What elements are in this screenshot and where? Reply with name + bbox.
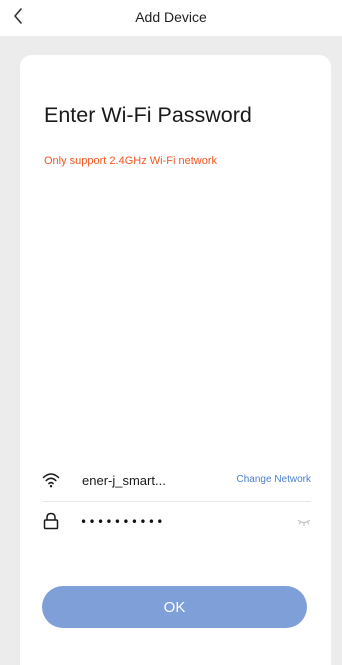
wifi-support-notice: Only support 2.4GHz Wi-Fi network (44, 155, 217, 167)
page-title: Enter Wi-Fi Password (44, 103, 252, 127)
wifi-network-row: ener-j_smart... Change Network (42, 466, 311, 496)
eye-closed-icon[interactable] (297, 517, 311, 527)
password-input[interactable] (76, 511, 284, 533)
ok-button[interactable]: OK (42, 586, 307, 628)
wifi-password-card: Enter Wi-Fi Password Only support 2.4GHz… (20, 55, 331, 665)
lock-icon (43, 512, 59, 530)
page-header-title: Add Device (135, 9, 207, 25)
wifi-icon (42, 473, 60, 488)
change-network-link[interactable]: Change Network (237, 474, 311, 485)
password-row (42, 511, 311, 535)
network-name: ener-j_smart... (82, 473, 166, 488)
nav-bar: Add Device (0, 0, 342, 36)
field-divider (42, 501, 311, 502)
